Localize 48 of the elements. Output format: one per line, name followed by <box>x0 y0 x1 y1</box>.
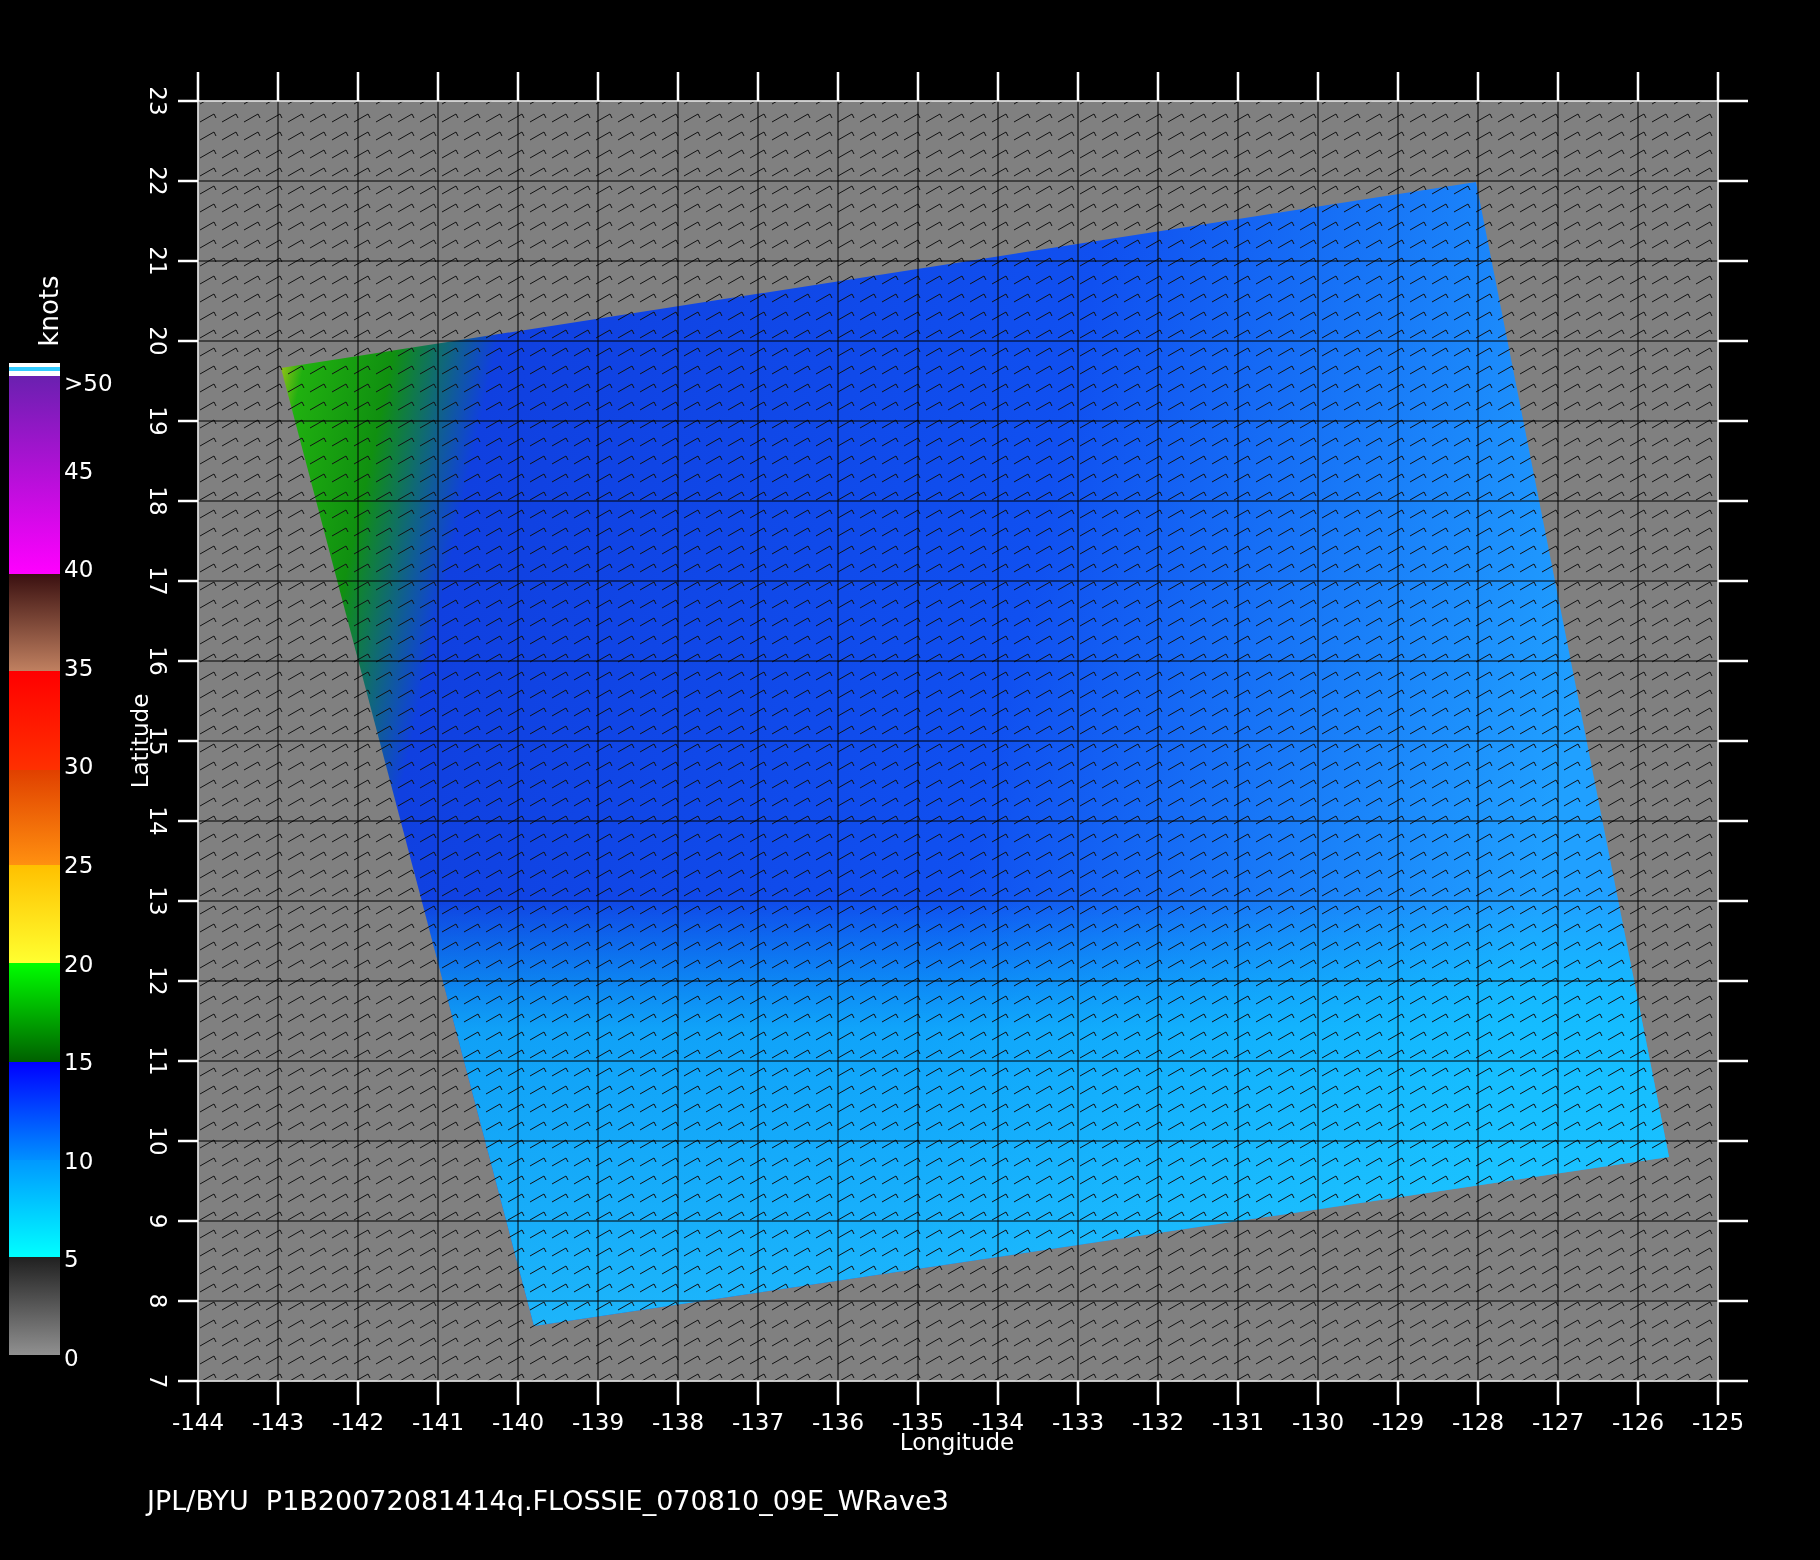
longitude-tick-label: -129 <box>1371 1409 1425 1435</box>
latitude-tick-label: 12 <box>145 966 171 996</box>
longitude-tick-label: -142 <box>331 1409 385 1435</box>
x-axis-title: Longitude <box>899 1429 1015 1455</box>
colorbar-label: 35 <box>64 654 94 681</box>
longitude-tick-label: -126 <box>1611 1409 1665 1435</box>
latitude-tick-label: 19 <box>145 406 171 436</box>
longitude-tick-label: -137 <box>731 1409 785 1435</box>
colorbar-label: 40 <box>64 556 94 583</box>
longitude-tick-label: -130 <box>1291 1409 1345 1435</box>
longitude-tick-label: -141 <box>411 1409 465 1435</box>
latitude-tick-label: 14 <box>145 806 171 836</box>
latitude-tick-label: 8 <box>145 1293 171 1309</box>
latitude-tick-label: 16 <box>145 646 171 676</box>
latitude-tick-label: 9 <box>145 1213 171 1229</box>
latitude-tick-label: 17 <box>145 566 171 596</box>
colorbar-label: 5 <box>64 1246 79 1273</box>
colorbar-label: 30 <box>64 753 94 780</box>
latitude-tick-label: 22 <box>145 166 171 196</box>
latitude-tick-label: 23 <box>145 86 171 116</box>
latitude-tick-label: 13 <box>145 886 171 916</box>
colorbar-unit: knots <box>34 275 64 347</box>
latitude-tick-label: 7 <box>145 1373 171 1389</box>
longitude-tick-label: -128 <box>1451 1409 1505 1435</box>
longitude-tick-label: -125 <box>1691 1409 1745 1435</box>
longitude-tick-label: -136 <box>811 1409 865 1435</box>
latitude-tick-label: 18 <box>145 486 171 516</box>
longitude-tick-label: -139 <box>571 1409 625 1435</box>
longitude-tick-label: -144 <box>171 1409 225 1435</box>
colorbar-label: 20 <box>64 950 94 977</box>
colorbar-label: >50 <box>64 370 113 396</box>
latitude-tick-label: 10 <box>145 1126 171 1156</box>
longitude-tick-label: -131 <box>1211 1409 1265 1435</box>
colorbar-label: 25 <box>64 852 94 878</box>
colorbar-label: 45 <box>64 457 94 484</box>
footer-caption: JPL/BYU P1B20072081414q.FLOSSIE_070810_09E_WRave3 <box>147 1485 949 1516</box>
latitude-tick-label: 20 <box>145 326 171 356</box>
longitude-tick-label: -133 <box>1051 1409 1105 1435</box>
colorbar-label: 15 <box>64 1049 94 1076</box>
longitude-tick-label: -143 <box>251 1409 305 1435</box>
longitude-tick-label: -140 <box>491 1409 545 1435</box>
longitude-tick-label: -132 <box>1131 1409 1185 1435</box>
colorbar-label: 10 <box>64 1147 94 1174</box>
latitude-tick-label: 11 <box>145 1046 171 1076</box>
latitude-tick-label: 21 <box>145 246 171 276</box>
longitude-tick-label: -138 <box>651 1409 705 1435</box>
longitude-tick-label: -127 <box>1531 1409 1585 1435</box>
colorbar-label: 0 <box>64 1345 79 1371</box>
